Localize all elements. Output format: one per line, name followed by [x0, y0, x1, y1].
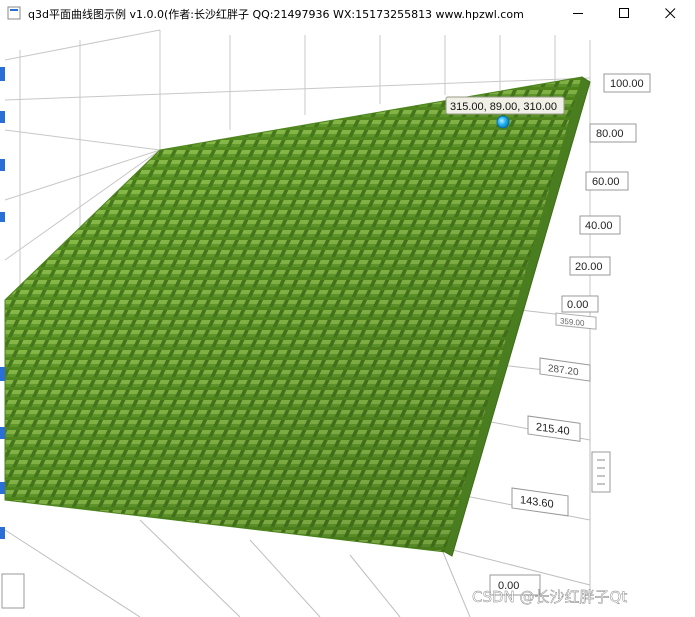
title-bar[interactable]: q3d平面曲线图示例 v1.0.0(作者:长沙红胖子 QQ:21497936 W…: [0, 0, 695, 27]
surface-shading: [5, 77, 582, 552]
y-tick-label: 20.00: [575, 261, 603, 273]
watermark-text: CSDN @长沙红胖子Qt: [472, 588, 627, 606]
close-icon: [665, 8, 676, 19]
surface-3d-scene[interactable]: 100.00 80.00 60.00 40.00 20.00 0.00 359.…: [0, 27, 695, 617]
y-tick-label: 80.00: [596, 128, 624, 140]
q3d-surface-view[interactable]: 100.00 80.00 60.00 40.00 20.00 0.00 359.…: [0, 27, 695, 617]
y-tick-label: 60.00: [592, 176, 620, 188]
y-tick-label: 40.00: [585, 220, 613, 232]
selection-tooltip-text: 315.00, 89.00, 310.00: [450, 101, 557, 113]
z-axis-labels: 359.00 287.20 215.40 143.60: [511, 312, 597, 517]
maximize-icon: [619, 8, 629, 18]
window-title: q3d平面曲线图示例 v1.0.0(作者:长沙红胖子 QQ:21497936 W…: [28, 8, 524, 21]
y-tick-label: 0.00: [567, 299, 588, 311]
close-button[interactable]: [648, 0, 694, 27]
left-edge-strip: [0, 27, 6, 617]
app-icon: [7, 6, 21, 20]
selected-point-marker[interactable]: [496, 115, 510, 129]
app-window: q3d平面曲线图示例 v1.0.0(作者:长沙红胖子 QQ:21497936 W…: [0, 0, 695, 617]
minimize-icon: [573, 13, 583, 14]
y-tick-label: 100.00: [610, 78, 644, 90]
minimize-button[interactable]: [556, 0, 602, 27]
maximize-button[interactable]: [602, 0, 648, 27]
selection-tooltip: 315.00, 89.00, 310.00: [445, 96, 565, 115]
x-axis-title-box: [591, 451, 611, 493]
